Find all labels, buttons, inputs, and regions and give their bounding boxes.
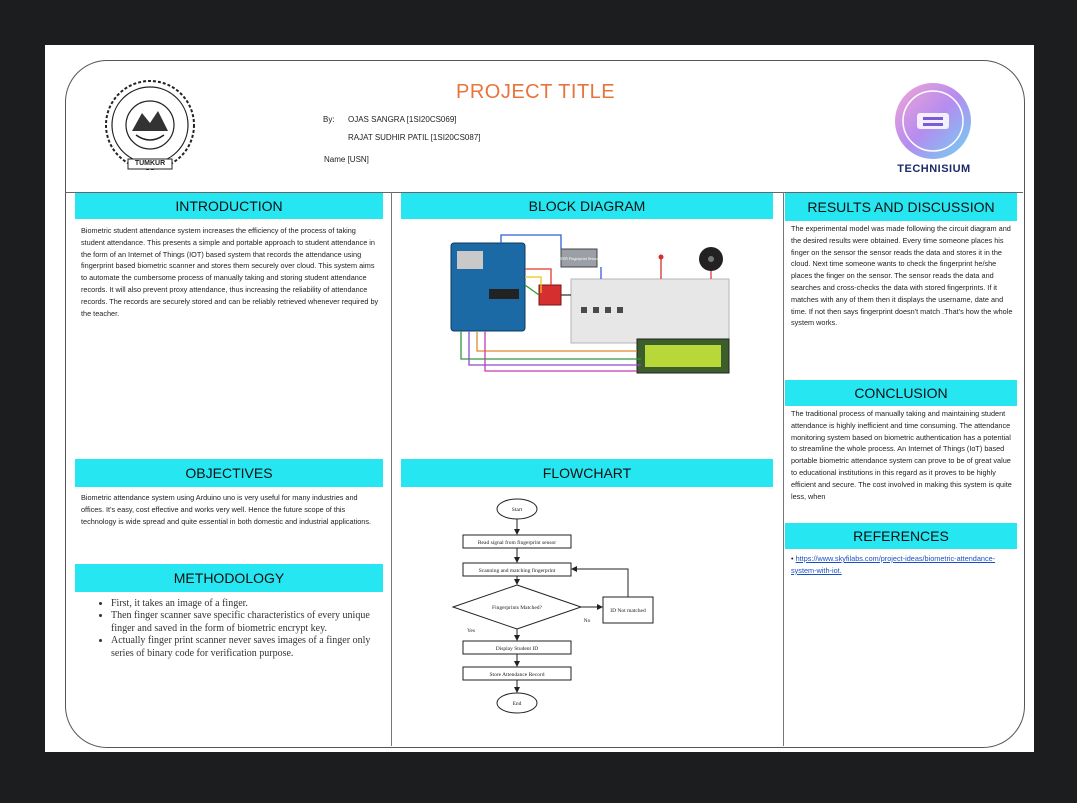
methodology-heading: METHODOLOGY <box>75 564 383 592</box>
flowchart-store-label: Store Attendance Record <box>490 672 545 678</box>
methodology-item: Actually finger print scanner never save… <box>111 635 379 660</box>
flowchart-not-matched-label: ID Not matched <box>610 608 646 614</box>
methodology-list: First, it takes an image of a finger. Th… <box>97 598 379 660</box>
objectives-heading: OBJECTIVES <box>75 459 383 487</box>
references-body: • https://www.skyfilabs.com/project-idea… <box>791 553 1013 577</box>
flowchart-scan-label: Scanning and matching fingerprint <box>479 567 556 574</box>
name-usn-label: Name [USN] <box>324 155 369 164</box>
flowchart-heading: FLOWCHART <box>401 459 773 487</box>
flowchart-no-label: No <box>584 618 591 624</box>
block-diagram-heading: BLOCK DIAGRAM <box>401 193 773 219</box>
flowchart-yes-label: Yes <box>467 628 475 634</box>
methodology-item: First, it takes an image of a finger. <box>111 598 379 610</box>
right-logo-text: TECHNISIUM <box>897 163 971 175</box>
column-divider-left <box>391 192 392 746</box>
flowchart-decision-label: Fingerprints Matched? <box>492 605 543 611</box>
flowchart-read-label: Read signal from fingerprint sensor <box>478 539 556 546</box>
references-heading: REFERENCES <box>785 523 1017 549</box>
column-divider-right <box>783 192 784 746</box>
block-diagram-image: R305 Fingerprint Sensor <box>441 229 731 383</box>
reference-bullet: • <box>791 554 794 563</box>
flowchart-diagram: Start Read signal from fingerprint senso… <box>443 495 663 717</box>
left-logo: TUMKUR <box>102 75 198 185</box>
methodology-item: Then finger scanner save specific charac… <box>111 610 379 635</box>
results-body: The experimental model was made followin… <box>791 224 1013 328</box>
conclusion-heading: CONCLUSION <box>785 380 1017 406</box>
left-logo-text: TUMKUR <box>134 160 166 167</box>
results-heading: RESULTS AND DISCUSSION <box>785 193 1017 221</box>
sensor-label: R305 Fingerprint Sensor <box>559 256 599 261</box>
introduction-heading: INTRODUCTION <box>75 193 383 219</box>
poster-sheet: TUMKUR PROJECT TITLE By: OJAS SANGRA [1S… <box>45 45 1034 752</box>
introduction-body: Biometric student attendance system incr… <box>81 226 379 318</box>
right-logo: TECHNISIUM <box>883 77 983 181</box>
flowchart-display-label: Display Student ID <box>496 646 538 652</box>
by-label: By: <box>323 115 335 124</box>
conclusion-body: The traditional process of manually taki… <box>791 409 1012 501</box>
flowchart-end-label: End <box>513 701 522 707</box>
author-2: RAJAT SUDHIR PATIL [1SI20CS087] <box>348 133 481 142</box>
poster-title: PROJECT TITLE <box>456 81 616 103</box>
author-1: OJAS SANGRA [1SI20CS069] <box>348 115 457 124</box>
flowchart-start-label: Start <box>512 507 523 513</box>
reference-link[interactable]: https://www.skyfilabs.com/project-ideas/… <box>791 554 995 575</box>
objectives-body: Biometric attendance system using Arduin… <box>81 493 372 526</box>
